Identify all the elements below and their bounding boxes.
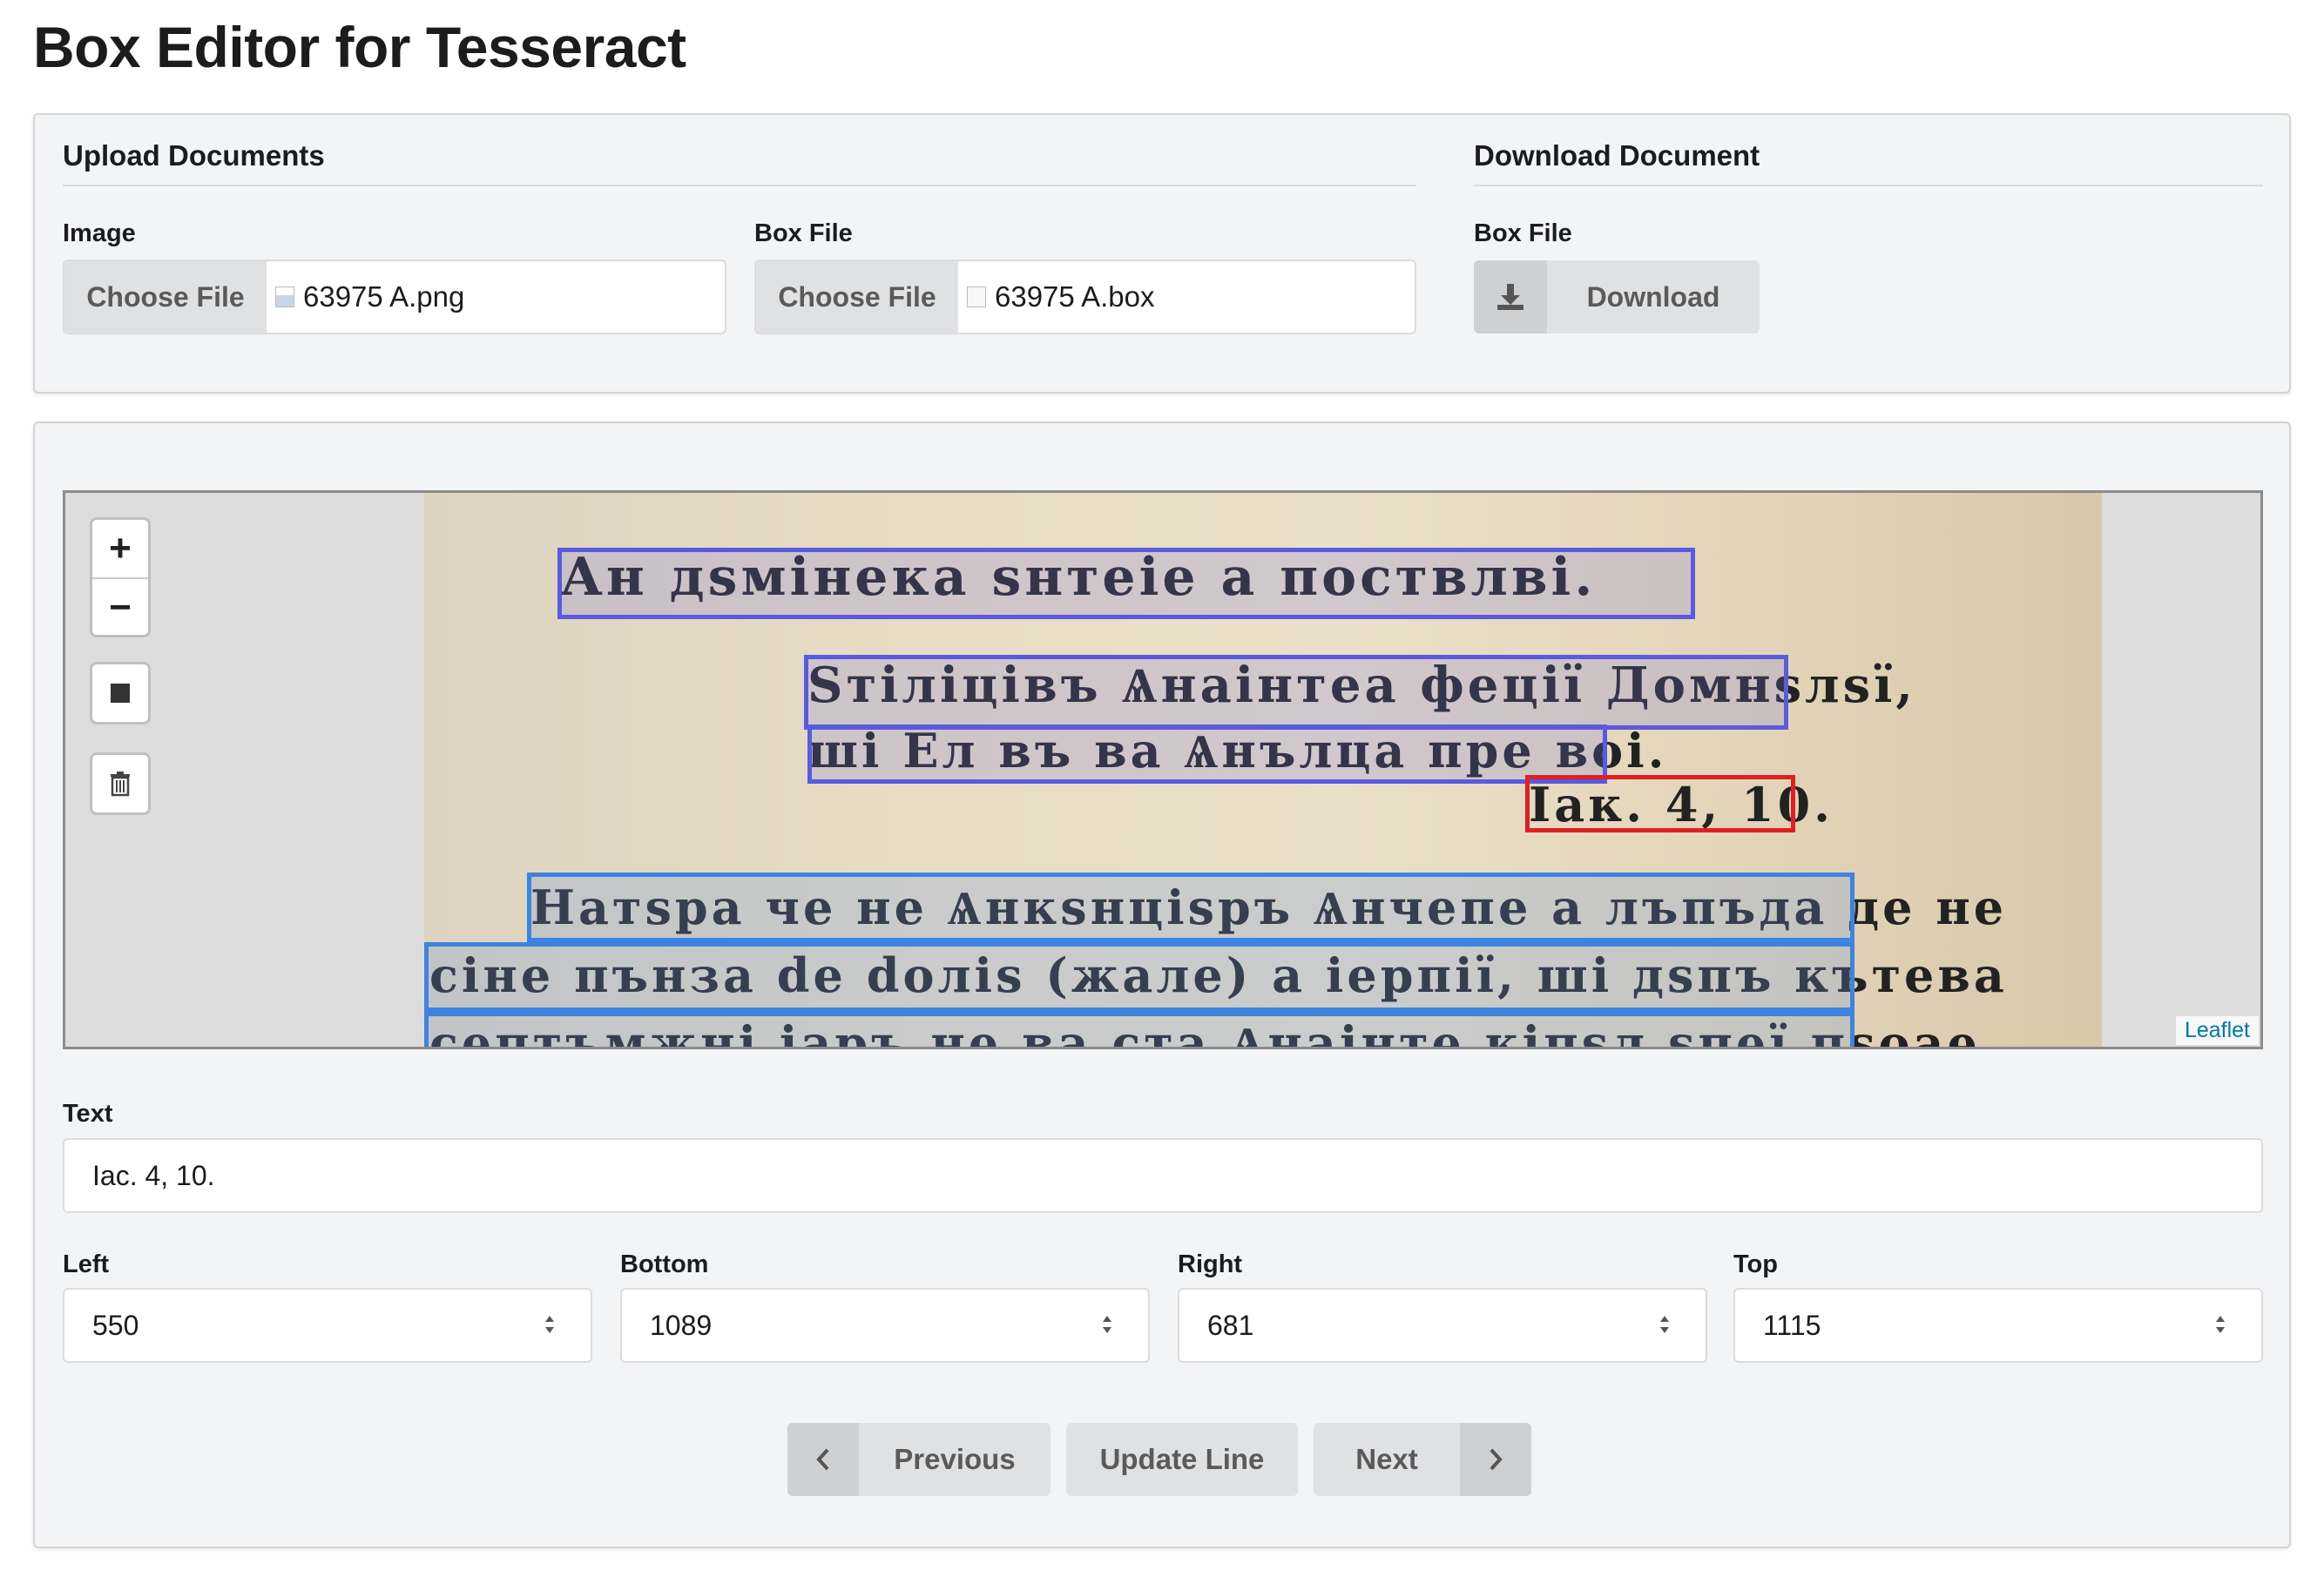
download-button[interactable]: Download [1474, 260, 1760, 334]
next-button-label: Next [1355, 1443, 1418, 1475]
chevron-right-icon [1460, 1423, 1531, 1496]
update-line-button[interactable]: Update Line [1066, 1423, 1298, 1496]
draw-rectangle-control[interactable] [90, 662, 151, 724]
bottom-field[interactable]: 1089 [620, 1288, 1150, 1363]
zoom-in-button[interactable]: + [92, 520, 148, 577]
bounding-box[interactable] [804, 655, 1788, 730]
bounding-box[interactable] [424, 942, 1854, 1012]
bottom-value: 1089 [650, 1309, 713, 1341]
right-field[interactable]: 681 [1178, 1288, 1707, 1363]
update-line-button-label: Update Line [1099, 1443, 1265, 1475]
upload-heading: Upload Documents [63, 139, 1416, 186]
selected-bounding-box[interactable] [1525, 775, 1795, 832]
top-value: 1115 [1763, 1309, 1821, 1341]
page-title: Box Editor for Tesseract [33, 15, 686, 79]
stepper-icon[interactable] [1659, 1312, 1671, 1337]
delete-control[interactable] [90, 752, 151, 815]
image-filename: 63975 A.png [303, 280, 465, 313]
download-icon [1474, 260, 1547, 334]
box-file-label: Box File [754, 219, 853, 247]
leaflet-attribution-link[interactable]: Leaflet [2175, 1016, 2259, 1045]
left-value: 550 [92, 1309, 139, 1341]
box-choose-file-button[interactable]: Choose File [756, 261, 958, 333]
previous-button[interactable]: Previous [787, 1423, 1051, 1496]
bounding-box[interactable] [527, 873, 1854, 942]
text-field[interactable]: Iac. 4, 10. [63, 1138, 2263, 1213]
bottom-label: Bottom [620, 1250, 709, 1278]
left-field[interactable]: 550 [63, 1288, 592, 1363]
bounding-box[interactable] [807, 724, 1607, 784]
download-heading: Download Document [1474, 139, 2263, 186]
left-label: Left [63, 1250, 110, 1278]
box-file-icon [967, 286, 986, 307]
stepper-icon[interactable] [2214, 1312, 2226, 1337]
image-label: Image [63, 219, 136, 247]
previous-button-label: Previous [894, 1443, 1016, 1475]
right-label: Right [1178, 1250, 1243, 1278]
chevron-left-icon [787, 1423, 859, 1496]
zoom-control: + − [90, 517, 151, 637]
trash-icon [111, 772, 130, 797]
box-file-input[interactable]: Choose File 63975 A.box [754, 259, 1416, 334]
box-filename: 63975 A.box [995, 280, 1155, 313]
image-file-input[interactable]: Choose File 63975 A.png [63, 259, 726, 334]
download-box-file-label: Box File [1474, 219, 1572, 247]
image-choose-file-button[interactable]: Choose File [64, 261, 267, 333]
square-icon [111, 684, 130, 703]
zoom-out-button[interactable]: − [92, 577, 148, 637]
download-button-label: Download [1586, 280, 1720, 313]
right-value: 681 [1207, 1309, 1254, 1341]
top-label: Top [1733, 1250, 1778, 1278]
next-button[interactable]: Next [1314, 1423, 1531, 1496]
image-map-viewer[interactable]: Ан дѕмінека ѕнтеіе а поствлві. Ѕтіліцівъ… [63, 490, 2263, 1049]
bounding-box[interactable] [424, 1012, 1854, 1047]
stepper-icon[interactable] [1101, 1312, 1113, 1337]
text-label: Text [63, 1100, 113, 1128]
image-file-icon [275, 286, 294, 307]
stepper-icon[interactable] [544, 1312, 556, 1337]
top-field[interactable]: 1115 [1733, 1288, 2263, 1363]
bounding-box[interactable] [557, 548, 1695, 619]
